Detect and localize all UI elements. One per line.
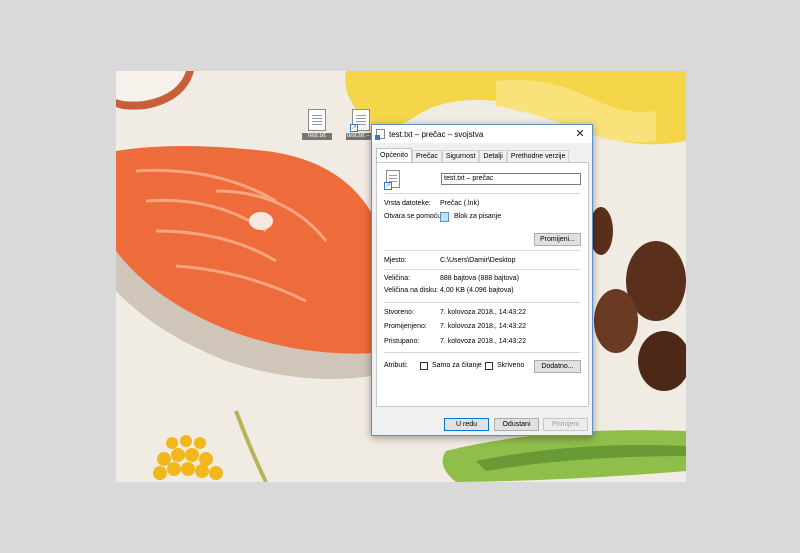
readonly-checkbox[interactable] — [420, 362, 428, 370]
shortcut-arrow-icon: ↗ — [350, 124, 358, 132]
title-bar[interactable]: test.txt – prečac – svojstva ✕ — [372, 125, 592, 143]
shortcut-file-icon: ↗ — [384, 170, 400, 190]
attributes-label: Atributi: — [384, 362, 408, 369]
created-value: 7. kolovoza 2018., 14:43:22 — [440, 309, 527, 316]
shortcut-file-icon: ↗ — [350, 109, 370, 132]
cancel-button[interactable]: Odustani — [494, 418, 539, 431]
apply-button[interactable]: Primijeni — [543, 418, 588, 431]
notepad-icon — [440, 212, 449, 222]
accessed-value: 7. kolovoza 2018., 14:43:22 — [440, 338, 527, 345]
accessed-label: Pristupano: — [384, 338, 420, 345]
shortcut-file-icon — [375, 129, 385, 140]
location-value: C:\Users\Damir\Desktop — [440, 257, 516, 264]
tab-details[interactable]: Detalji — [479, 150, 507, 162]
file-type-value: Prečac (.lnk) — [440, 200, 480, 207]
location-label: Mjesto: — [384, 257, 407, 264]
size-label: Veličina: — [384, 275, 411, 282]
tab-previous-versions[interactable]: Prethodne verzije — [506, 150, 570, 162]
opens-with-value: Blok za pisanje — [454, 213, 502, 220]
shortcut-arrow-icon: ↗ — [384, 182, 392, 190]
file-name-input[interactable]: test.txt – prečac — [441, 173, 581, 185]
size-on-disk-label: Veličina na disku: — [384, 287, 439, 294]
divider — [384, 269, 581, 270]
created-label: Stvoreno: — [384, 309, 414, 316]
ok-button[interactable]: U redu — [444, 418, 489, 431]
salmon-bone — [249, 212, 273, 230]
text-file-icon — [308, 109, 326, 131]
opens-with-label: Otvara se pomoću: — [384, 213, 444, 220]
tab-bar: Općenito Prečac Sigurnost Detalji Pretho… — [376, 148, 588, 162]
close-button[interactable]: ✕ — [568, 125, 592, 143]
modified-value: 7. kolovoza 2018., 14:43:22 — [440, 323, 527, 330]
dialog-title: test.txt – prečac – svojstva — [389, 129, 484, 139]
tab-shortcut[interactable]: Prečac — [412, 150, 442, 162]
size-on-disk-value: 4,00 KB (4.096 bajtova) — [440, 287, 514, 294]
readonly-label[interactable]: Samo za čitanje — [432, 362, 482, 369]
coffee-bean — [594, 289, 638, 353]
modified-label: Promijenjeno: — [384, 323, 427, 330]
divider — [384, 352, 581, 353]
hidden-checkbox[interactable] — [485, 362, 493, 370]
desktop-icon-test-txt[interactable]: test.txt — [302, 109, 332, 140]
desktop-icon-label: test.txt — [302, 133, 332, 140]
file-type-label: Vrsta datoteke: — [384, 200, 431, 207]
properties-dialog: test.txt – prečac – svojstva ✕ Općenito … — [371, 124, 593, 436]
general-panel: ↗ test.txt – prečac Vrsta datoteke: Preč… — [376, 162, 589, 407]
corn — [153, 435, 223, 480]
tab-security[interactable]: Sigurnost — [441, 150, 480, 162]
change-button[interactable]: Promijeni... — [534, 233, 581, 246]
size-value: 888 bajtova (888 bajtova) — [440, 275, 519, 282]
corn-leaf — [234, 410, 268, 482]
divider — [384, 250, 581, 251]
advanced-button[interactable]: Dodatno... — [534, 360, 581, 373]
hidden-label[interactable]: Skriveno — [497, 362, 524, 369]
coffee-bean — [638, 331, 686, 391]
divider — [384, 193, 581, 194]
divider — [384, 302, 581, 303]
tab-general[interactable]: Općenito — [376, 148, 413, 162]
